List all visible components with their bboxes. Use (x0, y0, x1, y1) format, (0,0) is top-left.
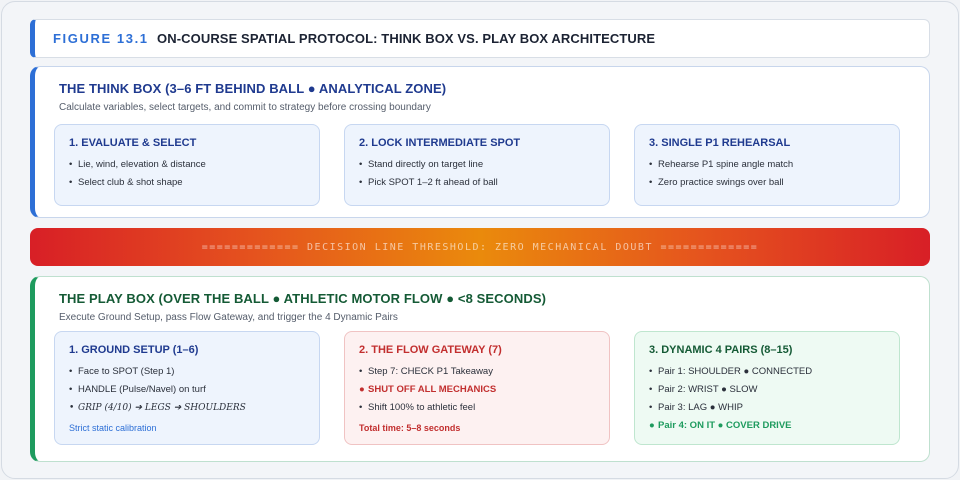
card-title: 1. EVALUATE & SELECT (69, 137, 197, 149)
bullet-icon: ● (649, 420, 655, 431)
play-card-flow-gateway: 2. THE FLOW GATEWAY (7) • Step 7: CHECK P… (344, 331, 610, 445)
think-box-panel: THE THINK BOX (3–6 FT BEHIND BALL ● ANAL… (30, 66, 930, 218)
think-card-evaluate: 1. EVALUATE & SELECT • Lie, wind, elevati… (54, 124, 320, 206)
think-card-p1-rehearsal: 3. SINGLE P1 REHEARSAL • Rehearse P1 spin… (634, 124, 900, 206)
card-title: 1. GROUND SETUP (1–6) (69, 344, 199, 356)
play-card-ground-setup: 1. GROUND SETUP (1–6) • Face to SPOT (Ste… (54, 331, 320, 445)
figure-title: ON-COURSE SPATIAL PROTOCOL: THINK BOX VS… (157, 31, 656, 46)
play-box-subtitle: Execute Ground Setup, pass Flow Gateway,… (59, 312, 398, 323)
play-card-dynamic-pairs: 3. DYNAMIC 4 PAIRS (8–15) • Pair 1: SHOUL… (634, 331, 900, 445)
list-item: • Select club & shot shape (69, 174, 319, 192)
threshold-text: ============= DECISION LINE THRESHOLD: Z… (201, 241, 759, 253)
bullet-icon: • (69, 366, 73, 377)
list-item: • Face to SPOT (Step 1) (69, 363, 319, 381)
card-note: Strict static calibration (69, 423, 157, 433)
card-title: 3. SINGLE P1 REHEARSAL (649, 137, 791, 149)
bullet-icon: • (69, 384, 73, 395)
card-title: 2. THE FLOW GATEWAY (7) (359, 344, 502, 356)
bullet-icon: • (69, 177, 73, 188)
list-item: • Stand directly on target line (359, 156, 609, 174)
figure-header: FIGURE 13.1 ON-COURSE SPATIAL PROTOCOL: … (30, 19, 930, 58)
list-item: • Rehearse P1 spine angle match (649, 156, 899, 174)
list-item: • GRIP (4/10) ➔ LEGS ➔ SHOULDERS (69, 399, 319, 417)
bullet-icon: • (359, 366, 363, 377)
list-item: ● Pair 4: ON IT ● COVER DRIVE (649, 417, 899, 435)
card-note: Total time: 5–8 seconds (359, 423, 461, 433)
figure-number: FIGURE 13.1 (53, 31, 149, 46)
decision-line-threshold: ============= DECISION LINE THRESHOLD: Z… (30, 228, 930, 266)
list-item: • Lie, wind, elevation & distance (69, 156, 319, 174)
list-item: • Pick SPOT 1–2 ft ahead of ball (359, 174, 609, 192)
think-card-intermediate-spot: 2. LOCK INTERMEDIATE SPOT • Stand directl… (344, 124, 610, 206)
play-box-panel: THE PLAY BOX (OVER THE BALL ● ATHLETIC M… (30, 276, 930, 462)
card-title: 2. LOCK INTERMEDIATE SPOT (359, 137, 521, 149)
bullet-icon: • (649, 366, 653, 377)
bullet-icon: • (359, 402, 363, 413)
list-item: • Zero practice swings over ball (649, 174, 899, 192)
card-title: 3. DYNAMIC 4 PAIRS (8–15) (649, 344, 793, 356)
play-box-title: THE PLAY BOX (OVER THE BALL ● ATHLETIC M… (59, 291, 547, 306)
list-item: • Pair 2: WRIST ● SLOW (649, 381, 899, 399)
bullet-icon: • (649, 159, 653, 170)
bullet-icon: • (649, 384, 653, 395)
list-item: • Pair 1: SHOULDER ● CONNECTED (649, 363, 899, 381)
bullet-icon: ● (359, 384, 365, 395)
bullet-icon: • (649, 177, 653, 188)
bullet-icon: • (69, 403, 75, 413)
list-item: • Step 7: CHECK P1 Takeaway (359, 363, 609, 381)
bullet-icon: • (359, 159, 363, 170)
list-item: • HANDLE (Pulse/Navel) on turf (69, 381, 319, 399)
list-item: • Pair 3: LAG ● WHIP (649, 399, 899, 417)
list-item: • Shift 100% to athletic feel (359, 399, 609, 417)
think-box-title: THE THINK BOX (3–6 FT BEHIND BALL ● ANAL… (59, 81, 447, 96)
bullet-icon: • (69, 159, 73, 170)
think-box-subtitle: Calculate variables, select targets, and… (59, 102, 431, 113)
bullet-icon: • (359, 177, 363, 188)
bullet-icon: • (649, 402, 653, 413)
list-item: ● SHUT OFF ALL MECHANICS (359, 381, 609, 399)
